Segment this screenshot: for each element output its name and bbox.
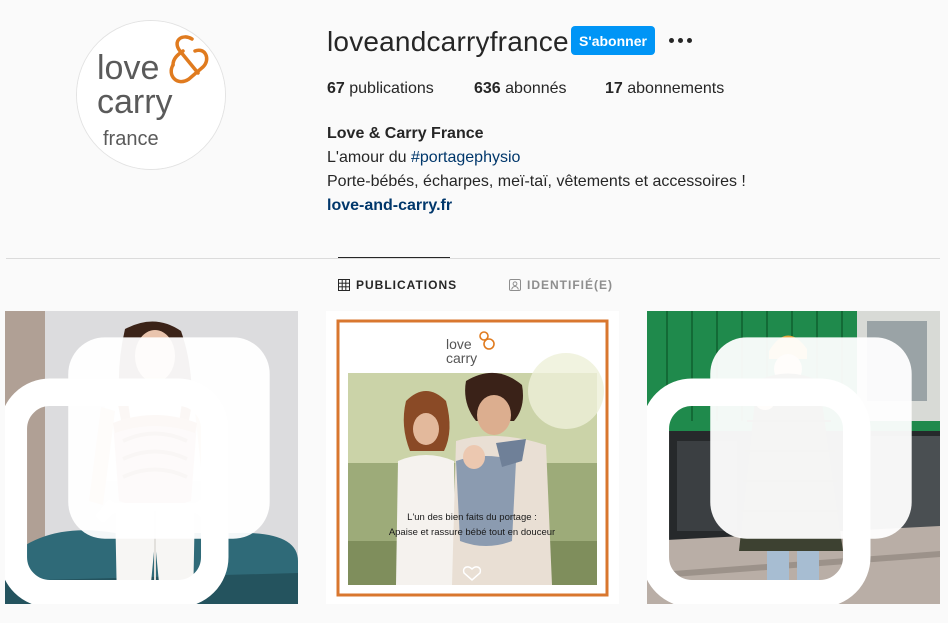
profile-bio: Love & Carry France L'amour du #portagep… <box>327 122 746 218</box>
multiple-photos-icon <box>647 337 912 604</box>
post-image-family: love carry L'un des bien faits du portag… <box>326 311 619 604</box>
bio-line-1: L'amour du #portagephysio <box>327 149 521 166</box>
profile-username: loveandcarryfrance <box>327 26 569 57</box>
posts-count: 67 publications <box>327 80 434 97</box>
tab-publications[interactable]: PUBLICATIONS <box>338 278 457 292</box>
tagged-user-icon <box>509 279 521 291</box>
post-logo-carry: carry <box>446 350 477 366</box>
bio-line-2: Porte-bébés, écharpes, meï-taï, vêtement… <box>327 173 746 190</box>
post-thumbnail-2[interactable]: love carry L'un des bien faits du portag… <box>326 311 619 604</box>
followers-count[interactable]: 636 abonnés <box>474 80 567 98</box>
tabs-divider <box>6 258 940 259</box>
profile-full-name: Love & Carry France <box>327 125 484 142</box>
post-caption-line-1: L'un des bien faits du portage : <box>407 512 537 523</box>
active-tab-indicator <box>338 257 450 258</box>
hashtag-link[interactable]: #portagephysio <box>411 149 520 166</box>
multiple-photos-icon <box>5 337 270 604</box>
logo-word-love: love <box>97 49 159 87</box>
tab-tagged[interactable]: IDENTIFIÉ(E) <box>509 278 613 292</box>
post-caption-line-2: Apaise et rassure bébé tout en douceur <box>389 527 555 538</box>
website-link[interactable]: love-and-carry.fr <box>327 194 746 218</box>
post-thumbnail-3[interactable] <box>647 311 940 604</box>
post-thumbnail-1[interactable] <box>5 311 298 604</box>
logo-word-france: france <box>103 128 159 150</box>
logo-word-carry: carry <box>97 83 173 121</box>
more-options-icon[interactable] <box>666 27 694 53</box>
follow-button[interactable]: S'abonner <box>571 26 655 55</box>
brand-logo: love carry france <box>77 21 225 169</box>
following-count[interactable]: 17 abonnements <box>605 80 724 98</box>
grid-icon <box>338 279 350 291</box>
profile-avatar[interactable]: love carry france <box>76 20 226 170</box>
